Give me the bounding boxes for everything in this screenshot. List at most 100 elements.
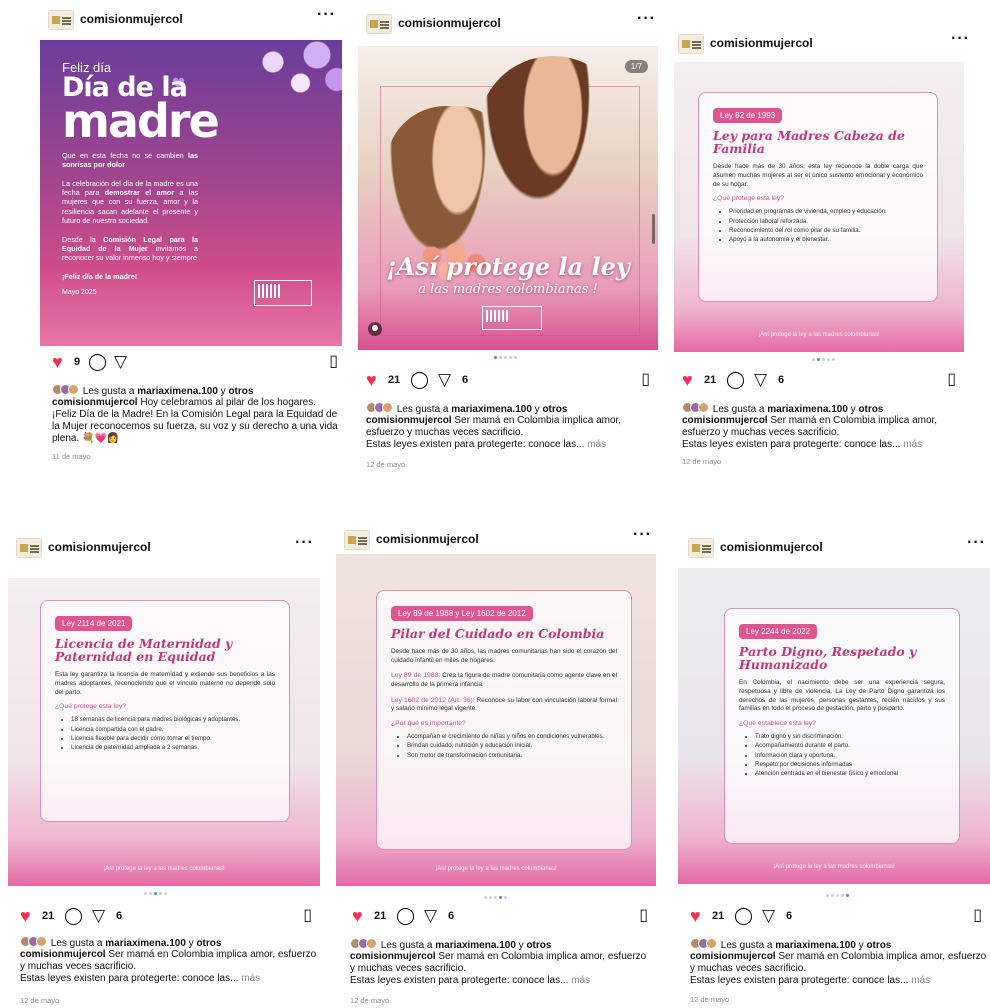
account-username[interactable]: comisionmujercol: [398, 16, 501, 30]
caption-username[interactable]: comisionmujercol: [350, 951, 436, 962]
liked-by[interactable]: Les gusta a mariaximena.100 y otros: [350, 938, 650, 952]
share-count[interactable]: 6: [462, 374, 468, 386]
like-count[interactable]: 21: [388, 374, 400, 386]
bookmark-icon[interactable]: ▯: [641, 370, 650, 390]
liked-by-mid: y: [217, 386, 229, 397]
liked-by[interactable]: Les gusta a mariaximena.100 y otros: [690, 938, 990, 952]
liked-by-user[interactable]: mariaximena.100: [767, 404, 848, 415]
post-image[interactable]: 1/7 ¡Así protege la ley a las madres col…: [358, 46, 658, 350]
like-heart-icon[interactable]: ♥: [682, 370, 693, 390]
like-heart-icon[interactable]: ♥: [352, 906, 363, 926]
liked-by[interactable]: Les gusta a mariaximena.100 y otros: [366, 402, 666, 416]
liked-by-others[interactable]: otros: [542, 404, 567, 415]
post-image[interactable]: Ley 2114 de 2021 Licencia de Maternidad …: [8, 578, 320, 886]
liked-by[interactable]: Les gusta a mariaximena.100 y otros: [20, 936, 320, 950]
caption-more-link[interactable]: más: [911, 975, 930, 986]
share-icon[interactable]: ▽: [754, 370, 767, 390]
liked-by-user[interactable]: mariaximena.100: [451, 404, 532, 415]
post-image[interactable]: ♥ Feliz día Día de la madre Que en esta …: [40, 40, 342, 346]
bookmark-icon[interactable]: ▯: [639, 906, 648, 926]
account-avatar[interactable]: [678, 34, 704, 54]
share-count[interactable]: 6: [778, 374, 784, 386]
more-options-icon[interactable]: ···: [317, 6, 336, 24]
like-count[interactable]: 21: [712, 910, 724, 922]
more-options-icon[interactable]: ···: [295, 534, 314, 552]
share-icon[interactable]: ▽: [114, 352, 127, 372]
liked-by[interactable]: Les gusta a mariaximena.100 y otros: [682, 402, 972, 416]
share-icon[interactable]: ▽: [438, 370, 451, 390]
account-avatar[interactable]: [366, 14, 392, 34]
like-heart-icon[interactable]: ♥: [690, 906, 701, 926]
liked-by-mid: y: [515, 940, 527, 951]
share-icon[interactable]: ▽: [762, 906, 775, 926]
account-avatar[interactable]: [16, 538, 42, 558]
account-username[interactable]: comisionmujercol: [376, 532, 479, 546]
more-options-icon[interactable]: ···: [633, 526, 652, 544]
like-count[interactable]: 21: [374, 910, 386, 922]
caption-more-link[interactable]: más: [903, 439, 922, 450]
bookmark-icon[interactable]: ▯: [303, 906, 312, 926]
liked-by-others[interactable]: otros: [228, 386, 253, 397]
like-heart-icon[interactable]: ♥: [20, 906, 31, 926]
liked-by-others[interactable]: otros: [866, 940, 891, 951]
liked-by-user[interactable]: mariaximena.100: [105, 938, 186, 949]
caption-more-link[interactable]: más: [571, 975, 590, 986]
share-icon[interactable]: ▽: [424, 906, 437, 926]
post-image[interactable]: Ley 2244 de 2022 Parto Digno, Respetado …: [678, 568, 990, 884]
bookmark-icon[interactable]: ▯: [947, 370, 956, 390]
comment-icon[interactable]: ◯: [734, 906, 753, 926]
account-avatar[interactable]: [688, 538, 714, 558]
liked-by-user[interactable]: mariaximena.100: [435, 940, 516, 951]
liked-by-user[interactable]: mariaximena.100: [137, 386, 218, 397]
post-image[interactable]: Ley 82 de 1993 Ley para Madres Cabeza de…: [674, 62, 964, 352]
liked-by[interactable]: Les gusta a mariaximena.100 y otros: [52, 384, 352, 398]
bookmark-icon[interactable]: ▯: [973, 906, 982, 926]
comment-icon[interactable]: ◯: [396, 906, 415, 926]
more-options-icon[interactable]: ···: [951, 30, 970, 48]
share-count[interactable]: 6: [116, 910, 122, 922]
scrollbar[interactable]: [652, 214, 655, 244]
liked-by-user[interactable]: mariaximena.100: [775, 940, 856, 951]
like-count[interactable]: 9: [74, 356, 80, 368]
caption-username[interactable]: comisionmujercol: [366, 415, 452, 426]
comment-icon[interactable]: ◯: [88, 352, 107, 372]
caption-more-link[interactable]: más: [241, 973, 260, 984]
caption-username[interactable]: comisionmujercol: [682, 415, 768, 426]
comment-icon[interactable]: ◯: [410, 370, 429, 390]
law-detail-label: Ley 89 de 1988:: [391, 672, 441, 680]
law-title: Ley para Madres Cabeza de Familia: [713, 128, 905, 157]
law-card: Ley 82 de 1993 Ley para Madres Cabeza de…: [698, 92, 938, 302]
image-subtitle: a las madres colombianas !: [418, 282, 598, 297]
account-username[interactable]: comisionmujercol: [710, 36, 813, 50]
like-heart-icon[interactable]: ♥: [366, 370, 377, 390]
more-options-icon[interactable]: ···: [967, 534, 986, 552]
caption-more-link[interactable]: más: [587, 439, 606, 450]
post-image[interactable]: Ley 89 de 1988 y Ley 1602 de 2012 Pilar …: [336, 554, 656, 886]
share-icon[interactable]: ▽: [92, 906, 105, 926]
like-count[interactable]: 21: [42, 910, 54, 922]
more-options-icon[interactable]: ···: [637, 10, 656, 28]
caption-line2: Estas leyes existen para protegerte: con…: [350, 975, 569, 986]
account-avatar[interactable]: [344, 530, 370, 550]
liked-by-prefix: Les gusta a: [712, 404, 768, 415]
like-count[interactable]: 21: [704, 374, 716, 386]
comment-icon[interactable]: ◯: [64, 906, 83, 926]
account-username[interactable]: comisionmujercol: [48, 540, 151, 554]
caption-username[interactable]: comisionmujercol: [20, 949, 106, 960]
caption-username[interactable]: comisionmujercol: [52, 397, 138, 408]
bookmark-icon[interactable]: ▯: [329, 352, 338, 372]
like-heart-icon[interactable]: ♥: [52, 352, 63, 372]
liked-by-others[interactable]: otros: [858, 404, 883, 415]
tag-user-icon[interactable]: [368, 322, 382, 336]
share-count[interactable]: 6: [786, 910, 792, 922]
account-avatar[interactable]: [48, 10, 74, 30]
comment-icon[interactable]: ◯: [726, 370, 745, 390]
image-footer: ¡Así protege la ley a las madres colombi…: [103, 866, 225, 872]
share-count[interactable]: 6: [448, 910, 454, 922]
caption-username[interactable]: comisionmujercol: [690, 951, 776, 962]
list-item: Licencia flexible para decidir cómo toma…: [71, 735, 275, 743]
account-username[interactable]: comisionmujercol: [80, 12, 183, 26]
liked-by-others[interactable]: otros: [196, 938, 221, 949]
account-username[interactable]: comisionmujercol: [720, 540, 823, 554]
liked-by-others[interactable]: otros: [526, 940, 551, 951]
